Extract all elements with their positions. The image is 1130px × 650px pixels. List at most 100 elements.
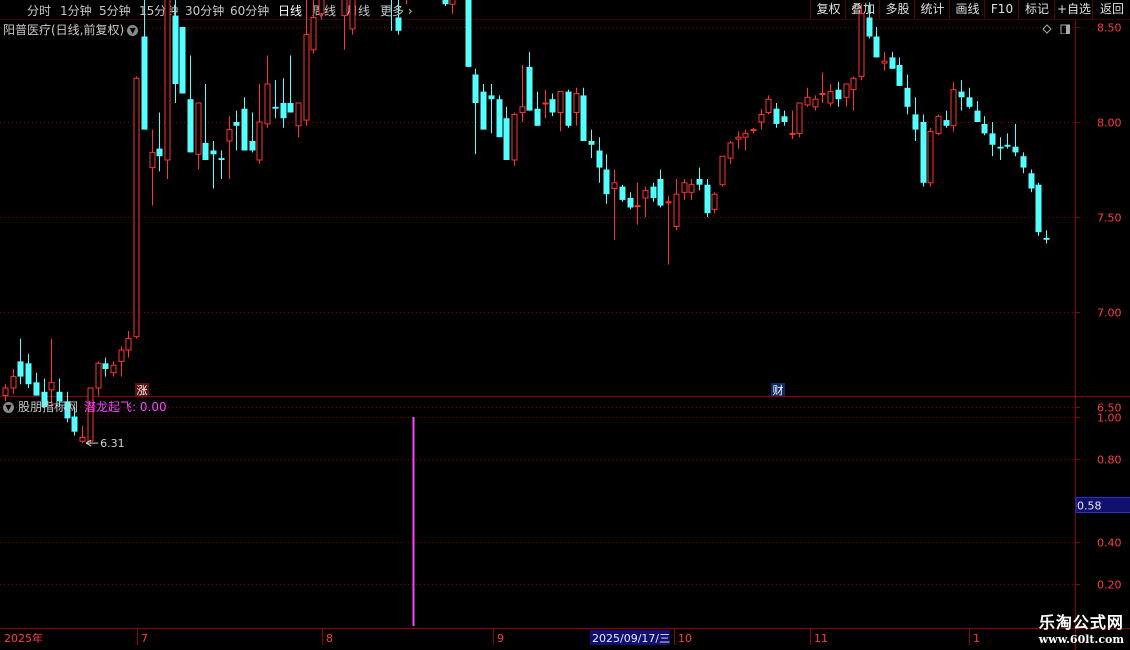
candle-body	[488, 95, 495, 100]
date-tick-label: 11	[814, 632, 828, 645]
candle	[950, 82, 957, 132]
candle-body	[472, 74, 479, 103]
layout-toggle-icon[interactable]	[1060, 24, 1070, 34]
candle	[195, 102, 202, 170]
candle-body	[202, 142, 209, 160]
candle	[141, 0, 148, 130]
candle	[688, 179, 695, 200]
candle	[981, 116, 988, 136]
candle	[125, 331, 132, 358]
candle-body	[1028, 173, 1035, 189]
candle	[549, 93, 556, 117]
candle	[542, 89, 549, 119]
chevron-down-icon[interactable]: ▼	[127, 25, 139, 36]
indicator-tick-label: 0.80	[1097, 454, 1122, 467]
cai-badge-text: 财	[773, 383, 784, 397]
candle	[33, 372, 40, 396]
watermark: 乐淘公式网 www.60lt.com	[1039, 609, 1124, 646]
candle	[804, 87, 811, 107]
date-tick-label: 10	[678, 632, 692, 645]
candle-body	[534, 108, 541, 126]
candle	[406, 0, 407, 5]
candle	[25, 353, 32, 388]
candle	[442, 0, 449, 7]
candle	[634, 182, 641, 225]
candle-body	[573, 93, 580, 113]
candle	[226, 116, 233, 179]
candle-body	[966, 97, 973, 107]
candle	[480, 84, 487, 130]
date-tick-label: 1	[973, 632, 980, 645]
candle	[603, 154, 610, 204]
candle-body	[580, 95, 587, 141]
candle	[1020, 152, 1027, 174]
candle-body	[873, 36, 880, 58]
candle-body	[696, 179, 703, 185]
stock-title: 阳普医疗(日线,前复权)	[3, 23, 125, 37]
candle-body	[395, 17, 402, 31]
candle-body	[557, 91, 564, 113]
candle	[102, 357, 109, 377]
candle-body	[264, 83, 271, 125]
candle-body	[449, 0, 456, 5]
candle	[896, 57, 903, 86]
candle-body	[349, 0, 356, 30]
candle	[889, 51, 896, 69]
indicator-line-value: 潜龙起飞: 0.00	[84, 400, 167, 414]
candle-body	[226, 129, 233, 142]
candle-body	[835, 89, 842, 100]
candle-body	[503, 118, 510, 160]
candle-body	[765, 98, 772, 113]
candle	[912, 97, 919, 141]
candle	[503, 106, 510, 160]
candle-body	[256, 121, 263, 161]
candle-body	[688, 184, 695, 193]
candle	[472, 68, 479, 155]
candle-body	[619, 186, 626, 200]
indicator-tick-label: 1.00	[1097, 412, 1122, 425]
date-highlight-label: 2025/09/17/三	[592, 632, 670, 645]
candle-body	[681, 182, 688, 193]
candle-body	[596, 150, 603, 168]
candle	[881, 51, 888, 71]
candle	[781, 110, 788, 126]
candle-body	[758, 113, 765, 123]
candle	[989, 122, 996, 157]
candle	[565, 89, 572, 128]
candle	[149, 129, 156, 206]
candle-body	[634, 205, 641, 208]
chevron-down-icon[interactable]: ▼	[3, 402, 14, 413]
candle-body	[812, 98, 819, 108]
candle-body	[303, 34, 310, 121]
diamond-icon[interactable]	[1042, 24, 1052, 34]
candle-body	[827, 91, 834, 104]
candle	[596, 137, 603, 183]
candle	[557, 91, 564, 132]
candle	[488, 84, 495, 134]
candle-body	[950, 89, 957, 127]
candle	[395, 0, 402, 35]
candle-body	[511, 113, 518, 161]
indicator-tick-label: 0.40	[1097, 537, 1122, 550]
candle-body	[110, 364, 117, 374]
candle	[287, 55, 294, 113]
candle	[765, 95, 772, 115]
candle	[927, 127, 934, 187]
candle-body	[565, 91, 572, 126]
date-tick-label: 9	[497, 632, 504, 645]
candle	[118, 346, 125, 377]
candle	[619, 184, 626, 202]
candle	[943, 110, 950, 128]
candle-body	[341, 0, 348, 17]
candle	[449, 0, 456, 14]
indicator-title-bar[interactable]: ▼ 股朋指标网 潜龙起飞: 0.00	[3, 398, 167, 415]
date-tick-label: 8	[326, 632, 333, 645]
candle	[110, 361, 117, 377]
candle	[17, 338, 24, 385]
candle-body	[33, 382, 40, 396]
candle-body	[48, 381, 55, 391]
candle-body	[95, 362, 102, 389]
stock-title-bar[interactable]: 阳普医疗(日线,前复权) ▼	[3, 21, 139, 38]
candle	[974, 101, 981, 122]
candle-body	[850, 77, 857, 91]
